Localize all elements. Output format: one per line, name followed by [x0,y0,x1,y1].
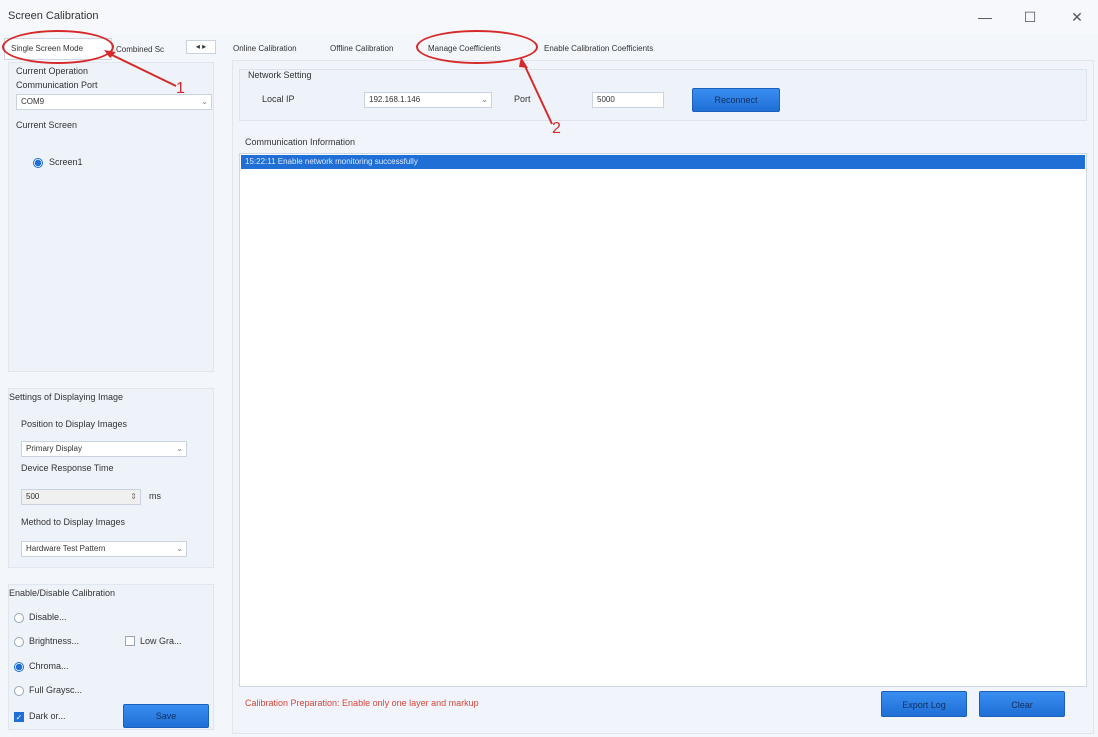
annotation-arrowhead-2 [519,57,528,68]
annotation-arrow-2 [523,63,553,125]
annotation-number-1: 1 [176,80,185,97]
annotation-arrows [104,50,553,125]
annotation-arrow-1 [109,53,177,87]
annotation-number-2: 2 [552,120,561,137]
